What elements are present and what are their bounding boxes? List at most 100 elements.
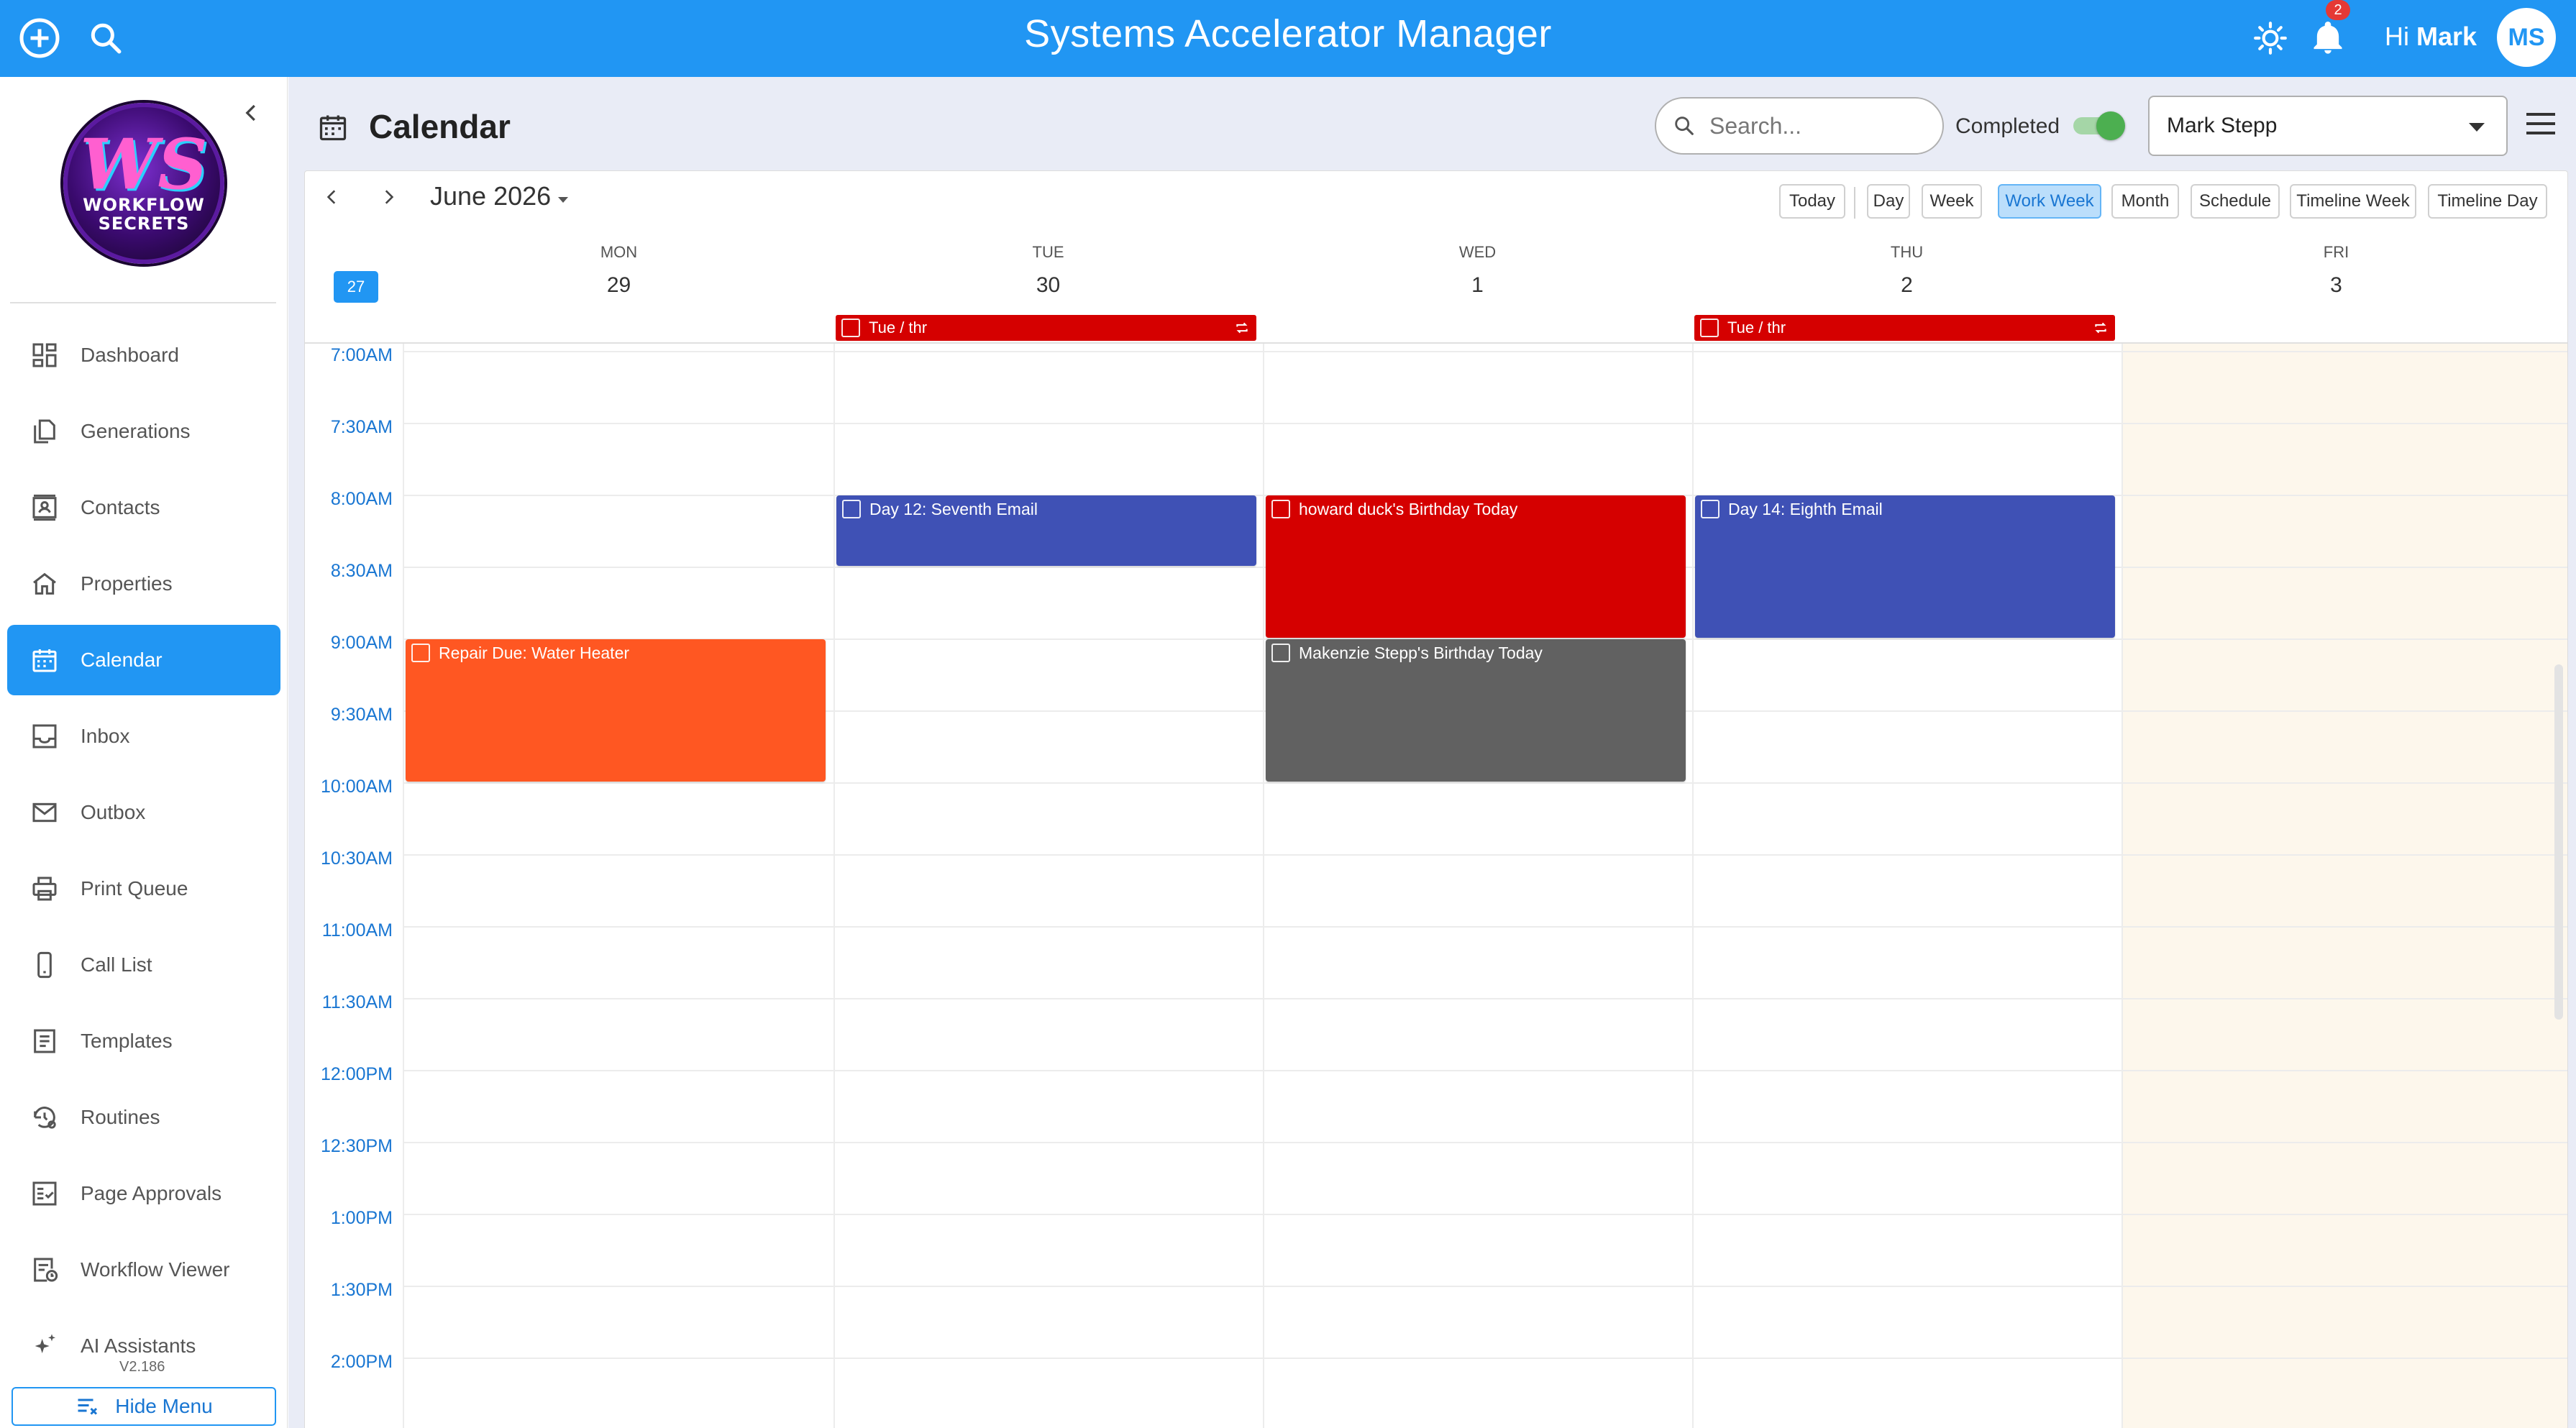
time-label: 12:30PM xyxy=(320,1136,393,1156)
app-version: V2.186 xyxy=(119,1359,165,1375)
month-dropdown-icon[interactable] xyxy=(558,197,568,203)
slot-line xyxy=(404,351,2567,352)
view-timeline-day-button[interactable]: Timeline Day xyxy=(2428,184,2547,219)
sidebar-item-workflow-viewer[interactable]: Workflow Viewer xyxy=(7,1235,280,1305)
column-divider xyxy=(2121,344,2123,1428)
day-date: 30 xyxy=(1036,273,1061,297)
next-chevron-icon[interactable] xyxy=(374,183,403,211)
menu-icon[interactable] xyxy=(2526,113,2555,137)
user-select-value: Mark Stepp xyxy=(2167,114,2278,137)
day-header-mon[interactable]: MON 29 xyxy=(404,243,833,298)
sidebar-item-label: Templates xyxy=(81,1030,173,1052)
calendar-event[interactable]: Makenzie Stepp's Birthday Today xyxy=(1266,639,1686,782)
event-checkbox[interactable] xyxy=(1700,319,1719,337)
sidebar-item-templates[interactable]: Templates xyxy=(7,1006,280,1076)
view-today-button[interactable]: Today xyxy=(1779,184,1845,219)
sidebar-item-page-approvals[interactable]: Page Approvals xyxy=(7,1158,280,1229)
app-title: Systems Accelerator Manager xyxy=(1024,12,1552,55)
sidebar-item-label: Call List xyxy=(81,953,152,976)
event-checkbox[interactable] xyxy=(841,319,860,337)
event-checkbox[interactable] xyxy=(411,644,430,662)
day-header-tue[interactable]: TUE 30 xyxy=(833,243,1263,298)
sidebar-item-label: Calendar xyxy=(81,649,163,671)
sidebar-item-calendar[interactable]: Calendar xyxy=(7,625,280,695)
slot-line xyxy=(404,998,2567,999)
checklist-icon xyxy=(29,1178,60,1209)
all-day-event[interactable]: Tue / thr xyxy=(836,315,1256,341)
day-header-fri[interactable]: FRI 3 xyxy=(2121,243,2551,298)
toolbar-separator xyxy=(1854,187,1855,219)
sidebar-item-inbox[interactable]: Inbox xyxy=(7,701,280,772)
slot-line xyxy=(404,1286,2567,1287)
slot-line xyxy=(404,1070,2567,1071)
view-week-button[interactable]: Week xyxy=(1922,184,1982,219)
document-icon xyxy=(29,1025,60,1057)
view-work-week-button[interactable]: Work Week xyxy=(1998,184,2101,219)
sidebar-item-routines[interactable]: Routines xyxy=(7,1082,280,1153)
view-month-button[interactable]: Month xyxy=(2111,184,2179,219)
day-date: 29 xyxy=(606,273,631,297)
hide-menu-icon xyxy=(75,1393,101,1419)
sidebar-item-generations[interactable]: Generations xyxy=(7,396,280,467)
sidebar-item-label: Inbox xyxy=(81,725,130,747)
event-checkbox[interactable] xyxy=(1701,500,1719,518)
event-checkbox[interactable] xyxy=(1271,644,1290,662)
view-day-button[interactable]: Day xyxy=(1867,184,1910,219)
sidebar-item-ai-assistants[interactable]: AI Assistants V2.186 xyxy=(7,1311,280,1381)
calendar-scrollbar[interactable] xyxy=(2554,664,2563,1020)
column-divider xyxy=(833,344,835,1428)
dropdown-caret-icon xyxy=(2469,123,2485,132)
day-name: WED xyxy=(1458,243,1497,261)
sidebar-item-print-queue[interactable]: Print Queue xyxy=(7,853,280,924)
repeat-icon xyxy=(2093,321,2108,339)
previous-chevron-icon[interactable] xyxy=(318,183,347,211)
time-label: 9:30AM xyxy=(330,705,393,725)
slot-line xyxy=(404,782,2567,784)
event-checkbox[interactable] xyxy=(1271,500,1290,518)
hide-menu-button[interactable]: Hide Menu xyxy=(12,1387,276,1426)
sidebar: WS WORKFLOW SECRETS Dashboard Generation… xyxy=(0,77,288,1428)
time-label: 10:30AM xyxy=(320,848,393,869)
sidebar-item-dashboard[interactable]: Dashboard xyxy=(7,320,280,390)
calendar-event[interactable]: Day 12: Seventh Email xyxy=(836,495,1256,566)
top-app-bar: Systems Accelerator Manager 2 Hi Mark MS xyxy=(0,0,2576,77)
calendar-event[interactable]: howard duck's Birthday Today xyxy=(1266,495,1686,638)
workflow-secrets-logo: WS WORKFLOW SECRETS xyxy=(63,103,224,264)
completed-toggle[interactable] xyxy=(2070,111,2125,140)
search-icon[interactable] xyxy=(81,13,131,63)
day-date: 3 xyxy=(2330,273,2342,297)
day-header-thu[interactable]: THU 2 xyxy=(1692,243,2121,298)
sidebar-item-contacts[interactable]: Contacts xyxy=(7,472,280,543)
calendar-event[interactable]: Day 14: Eighth Email xyxy=(1695,495,2115,638)
brightness-icon[interactable] xyxy=(2245,13,2296,63)
month-picker[interactable]: June 2026 xyxy=(430,181,551,211)
calendar-event[interactable]: Repair Due: Water Heater xyxy=(406,639,826,782)
column-divider xyxy=(1263,344,1264,1428)
avatar[interactable]: MS xyxy=(2497,8,2556,67)
mail-icon xyxy=(29,797,60,828)
greeting-name: Mark xyxy=(2416,22,2477,51)
sidebar-item-outbox[interactable]: Outbox xyxy=(7,777,280,848)
history-gear-icon xyxy=(29,1102,60,1133)
day-header-wed[interactable]: WED 1 xyxy=(1263,243,1692,298)
search-input[interactable] xyxy=(1709,112,1925,139)
event-title: Day 14: Eighth Email xyxy=(1728,500,1883,518)
all-day-event[interactable]: Tue / thr xyxy=(1694,315,2115,341)
logo-line-2: SECRETS xyxy=(98,214,190,234)
slot-line xyxy=(404,1142,2567,1143)
event-checkbox[interactable] xyxy=(842,500,861,518)
add-circle-icon[interactable] xyxy=(14,13,65,63)
bell-icon[interactable] xyxy=(2303,13,2353,63)
slot-line xyxy=(404,926,2567,928)
user-select[interactable]: Mark Stepp xyxy=(2148,96,2508,156)
time-grid: 7:00AM 7:30AM 8:00AM 8:30AM 9:00AM 9:30A… xyxy=(305,344,2567,1428)
sidebar-item-call-list[interactable]: Call List xyxy=(7,930,280,1000)
view-timeline-week-button[interactable]: Timeline Week xyxy=(2290,184,2416,219)
event-title: Makenzie Stepp's Birthday Today xyxy=(1299,644,1543,662)
sidebar-item-properties[interactable]: Properties xyxy=(7,549,280,619)
week-number-badge: 27 xyxy=(334,271,378,303)
collapse-sidebar-chevron-icon[interactable] xyxy=(237,99,266,127)
search-box[interactable] xyxy=(1655,97,1944,155)
home-icon xyxy=(29,568,60,600)
view-schedule-button[interactable]: Schedule xyxy=(2191,184,2280,219)
